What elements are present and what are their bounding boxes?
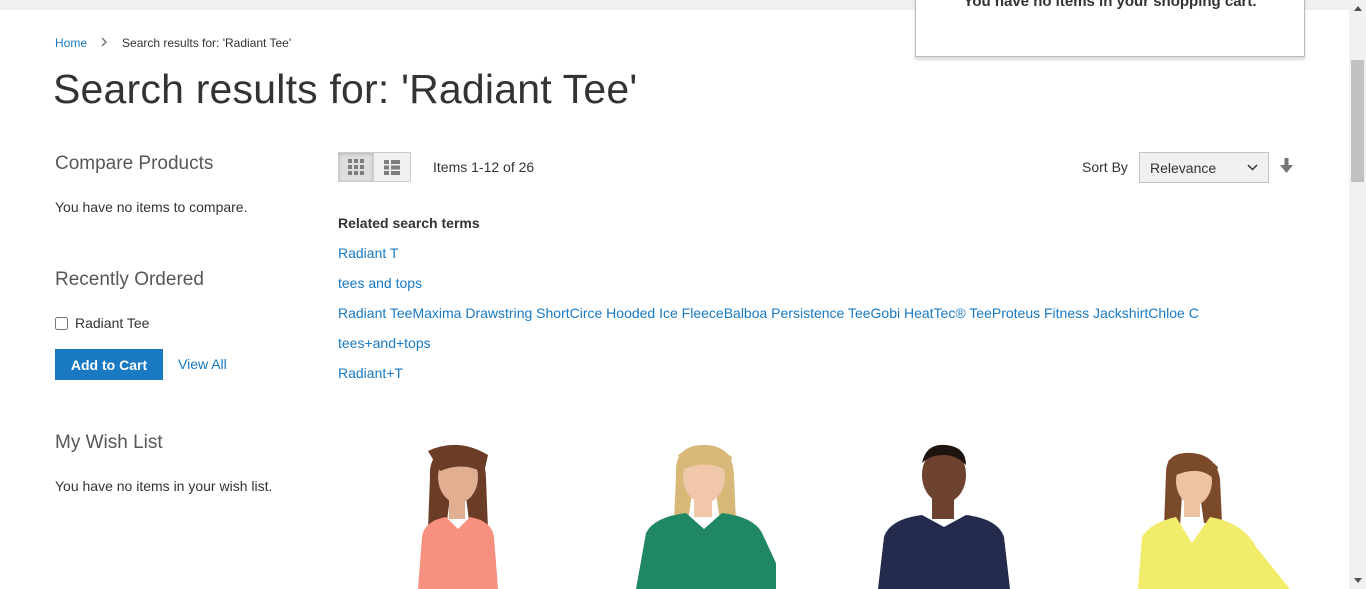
product-photo bbox=[1138, 452, 1290, 589]
breadcrumb-home-link[interactable]: Home bbox=[55, 36, 87, 50]
related-term-link[interactable]: tees and tops bbox=[338, 275, 422, 291]
view-mode-switcher bbox=[338, 152, 411, 182]
product-image[interactable] bbox=[870, 437, 1016, 589]
compare-products-title: Compare Products bbox=[55, 153, 214, 174]
toolbar-amount: Items 1-12 of 26 bbox=[433, 159, 535, 175]
minicart-dropdown: You have no items in your shopping cart. bbox=[915, 0, 1305, 57]
related-term-link[interactable]: Radiant T bbox=[338, 245, 398, 261]
sort-by-label: Sort By bbox=[1082, 159, 1128, 175]
product-image[interactable] bbox=[1130, 437, 1290, 589]
grid-mode-button[interactable] bbox=[338, 152, 374, 182]
breadcrumb: Home Search results for: 'Radiant Tee' bbox=[55, 36, 291, 50]
chevron-right-icon bbox=[101, 36, 108, 50]
compare-empty-text: You have no items to compare. bbox=[55, 199, 248, 215]
product-photo bbox=[418, 444, 498, 589]
scrollbar-thumb[interactable] bbox=[1351, 60, 1364, 182]
recently-ordered-item[interactable]: Radiant Tee bbox=[55, 315, 149, 331]
recently-ordered-item-label: Radiant Tee bbox=[75, 315, 150, 331]
sort-direction-button[interactable] bbox=[1280, 158, 1293, 179]
sort-by-select[interactable]: Relevance bbox=[1139, 152, 1269, 183]
sort-by-value: Relevance bbox=[1150, 159, 1217, 176]
chevron-down-icon bbox=[1247, 164, 1258, 171]
add-to-cart-button[interactable]: Add to Cart bbox=[55, 349, 163, 380]
product-image[interactable] bbox=[388, 437, 528, 589]
wishlist-title: My Wish List bbox=[55, 432, 163, 453]
minicart-empty-message: You have no items in your shopping cart. bbox=[963, 0, 1257, 10]
arrow-down-icon bbox=[1280, 158, 1293, 173]
grid-icon bbox=[348, 159, 364, 175]
wishlist-empty-text: You have no items in your wish list. bbox=[55, 478, 273, 494]
list-mode-button[interactable] bbox=[373, 152, 411, 182]
view-all-link[interactable]: View All bbox=[178, 356, 227, 372]
related-term-link[interactable]: tees+and+tops bbox=[338, 335, 431, 351]
recently-ordered-checkbox[interactable] bbox=[55, 316, 68, 330]
scroll-down-arrow-icon[interactable] bbox=[1349, 572, 1366, 589]
breadcrumb-current: Search results for: 'Radiant Tee' bbox=[122, 36, 292, 50]
product-photo bbox=[636, 445, 776, 589]
product-photo bbox=[878, 444, 1010, 589]
page-scrollbar[interactable] bbox=[1349, 0, 1366, 589]
product-image[interactable] bbox=[628, 437, 776, 589]
scroll-up-arrow-icon[interactable] bbox=[1349, 0, 1366, 17]
related-term-link[interactable]: Radiant TeeMaxima Drawstring ShortCirce … bbox=[338, 305, 1199, 321]
related-terms-title: Related search terms bbox=[338, 215, 480, 231]
list-icon bbox=[384, 159, 400, 175]
recently-ordered-title: Recently Ordered bbox=[55, 269, 204, 290]
related-term-link[interactable]: Radiant+T bbox=[338, 365, 403, 381]
page-title: Search results for: 'Radiant Tee' bbox=[53, 66, 638, 112]
